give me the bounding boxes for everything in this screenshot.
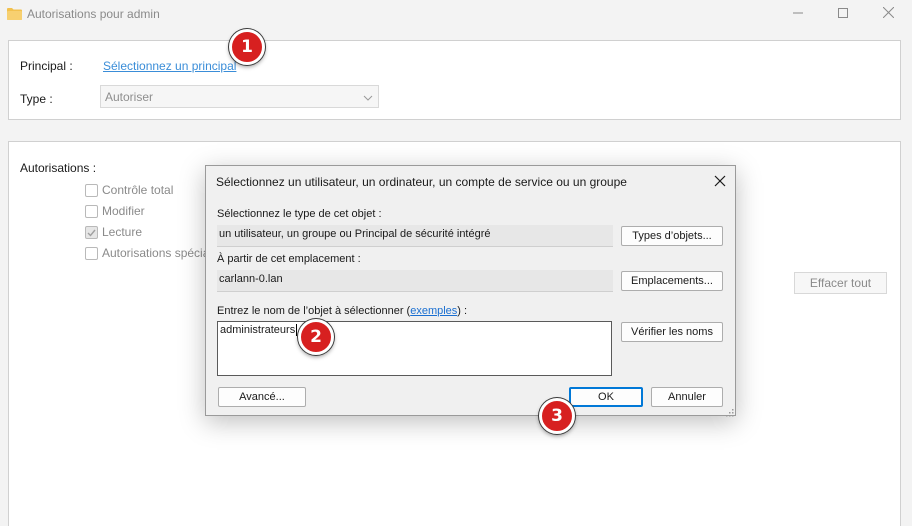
location-value: carlann-0.lan xyxy=(217,270,613,292)
type-label: Type : xyxy=(20,92,53,106)
close-icon xyxy=(712,175,728,192)
object-type-value: un utilisateur, un groupe ou Principal d… xyxy=(217,225,613,247)
permission-special[interactable]: Autorisations spécia xyxy=(85,246,209,260)
object-name-label-text: Entrez le nom de l’objet à sélectionner … xyxy=(217,305,411,317)
permission-full-control[interactable]: Contrôle total xyxy=(85,183,173,197)
permissions-label: Autorisations : xyxy=(20,161,97,175)
check-names-button[interactable]: Vérifier les noms xyxy=(621,322,723,342)
permission-modify[interactable]: Modifier xyxy=(85,204,145,218)
location-label: À partir de cet emplacement : xyxy=(217,253,361,265)
advanced-button[interactable]: Avancé... xyxy=(218,387,306,407)
object-name-value: administrateurs xyxy=(220,324,296,336)
principal-panel xyxy=(8,40,901,120)
select-principal-link[interactable]: Sélectionnez un principal xyxy=(103,59,236,73)
select-object-dialog: Sélectionnez un utilisateur, un ordinate… xyxy=(205,165,736,417)
checkbox[interactable] xyxy=(85,204,98,218)
permission-label: Lecture xyxy=(102,225,143,239)
folder-icon xyxy=(7,8,22,20)
checkbox[interactable] xyxy=(85,183,98,197)
checkbox-checked[interactable] xyxy=(85,225,98,239)
resize-grip-icon[interactable] xyxy=(725,406,734,417)
permission-label: Modifier xyxy=(102,204,145,218)
principal-label: Principal : xyxy=(20,59,73,73)
cancel-button[interactable]: Annuler xyxy=(651,387,723,407)
step-badge-3: 3 xyxy=(539,398,575,434)
dialog-title: Sélectionnez un utilisateur, un ordinate… xyxy=(216,175,627,189)
step-badge-2: 2 xyxy=(298,319,334,355)
ok-button[interactable]: OK xyxy=(569,387,643,407)
object-name-label-end: ) : xyxy=(457,305,468,317)
step-badge-1: 1 xyxy=(229,29,265,65)
close-icon xyxy=(882,6,894,21)
chevron-down-icon xyxy=(363,92,373,102)
object-types-button[interactable]: Types d’objets... xyxy=(621,226,723,246)
permission-label: Autorisations spécia xyxy=(102,246,210,260)
object-name-input[interactable]: administrateurs xyxy=(217,321,612,376)
minimize-icon xyxy=(793,7,803,21)
maximize-icon xyxy=(838,7,848,21)
text-caret xyxy=(296,324,298,337)
minimize-button[interactable] xyxy=(786,4,810,24)
window-title: Autorisations pour admin xyxy=(27,7,160,21)
examples-link[interactable]: exemples xyxy=(410,305,457,317)
maximize-button[interactable] xyxy=(831,4,855,24)
object-type-label: Sélectionnez le type de cet objet : xyxy=(217,208,382,220)
checkbox[interactable] xyxy=(85,246,98,260)
permission-label: Contrôle total xyxy=(102,183,174,197)
type-select[interactable]: Autoriser xyxy=(100,85,379,108)
permission-read[interactable]: Lecture xyxy=(85,225,142,239)
clear-all-button[interactable]: Effacer tout xyxy=(794,272,887,294)
close-window-button[interactable] xyxy=(876,4,900,24)
dialog-close-button[interactable] xyxy=(712,173,728,189)
locations-button[interactable]: Emplacements... xyxy=(621,271,723,291)
object-name-label: Entrez le nom de l’objet à sélectionner … xyxy=(217,305,467,317)
type-selected-value: Autoriser xyxy=(105,90,154,104)
